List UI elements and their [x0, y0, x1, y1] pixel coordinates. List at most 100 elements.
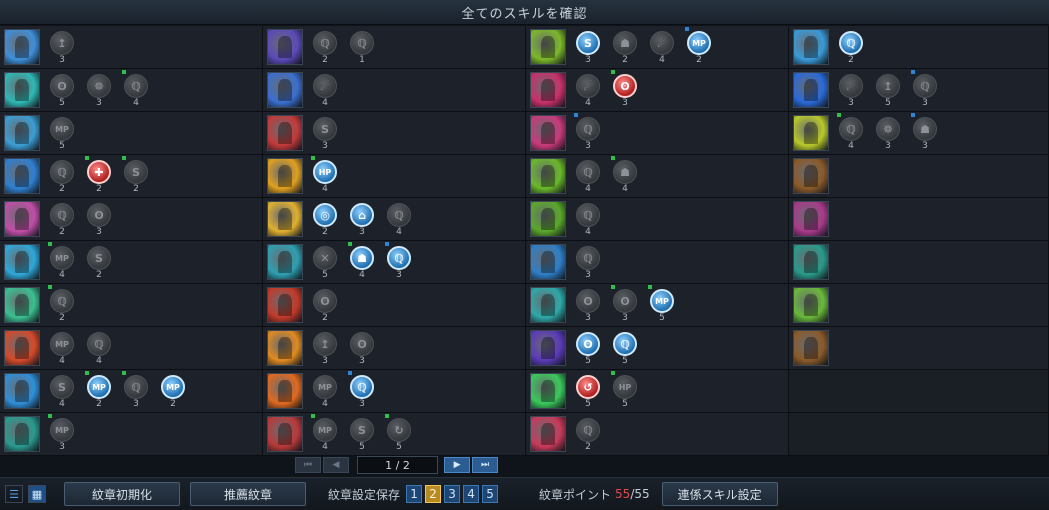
crest-slot[interactable]: ℚ2 [48, 199, 76, 239]
skill-icon[interactable] [4, 158, 40, 194]
crest-save-slot-4[interactable]: 4 [463, 485, 480, 503]
skill-icon[interactable] [4, 287, 40, 323]
crest-slot[interactable]: S2 [85, 242, 113, 282]
crest-slot[interactable]: ℚ3 [911, 70, 939, 110]
crest-slot[interactable]: ℚ2 [48, 156, 76, 196]
skill-icon[interactable] [4, 201, 40, 237]
crest-slot[interactable]: ʘ3 [611, 285, 639, 325]
crest-slot[interactable]: ʘ3 [611, 70, 639, 110]
crest-save-slot-2[interactable]: 2 [425, 485, 442, 503]
crest-slot[interactable]: MP 4 [48, 242, 76, 282]
crest-slot[interactable]: ℚ3 [574, 242, 602, 282]
next-page-button[interactable]: ▶ [444, 457, 471, 473]
crest-slot[interactable]: ☄ 3 [837, 70, 865, 110]
crest-slot[interactable]: S3 [311, 113, 339, 153]
skill-icon[interactable] [267, 158, 303, 194]
crest-slot[interactable]: MP 5 [648, 285, 676, 325]
crest-slot[interactable]: ℚ5 [611, 328, 639, 368]
skill-icon[interactable] [4, 373, 40, 409]
crest-slot[interactable]: ☄ 4 [311, 70, 339, 110]
crest-slot[interactable]: HP 4 [311, 156, 339, 196]
skill-icon[interactable] [267, 201, 303, 237]
crest-slot[interactable]: ✚ 2 [85, 156, 113, 196]
list-view-icon[interactable]: ☰ [5, 485, 23, 503]
crest-save-slot-5[interactable]: 5 [482, 485, 499, 503]
crest-slot[interactable]: S3 [574, 27, 602, 67]
crest-slot[interactable]: ℚ3 [574, 113, 602, 153]
crest-slot[interactable]: ☄ 4 [648, 27, 676, 67]
crest-reset-button[interactable]: 紋章初期化 [64, 482, 180, 506]
crest-slot[interactable]: ↥ 3 [311, 328, 339, 368]
crest-slot[interactable]: ℚ2 [311, 27, 339, 67]
crest-slot[interactable]: MP 4 [48, 328, 76, 368]
crest-slot[interactable]: ⌂ 3 [348, 199, 376, 239]
skill-icon[interactable] [530, 158, 566, 194]
crest-slot[interactable]: ℚ4 [122, 70, 150, 110]
crest-slot[interactable]: ☗ 2 [611, 27, 639, 67]
skill-icon[interactable] [793, 115, 829, 151]
crest-slot[interactable]: MP 5 [48, 113, 76, 153]
crest-slot[interactable]: ☗ 4 [348, 242, 376, 282]
crest-slot[interactable]: ☗ 4 [611, 156, 639, 196]
skill-icon[interactable] [793, 330, 829, 366]
recommended-crest-button[interactable]: 推薦紋章 [190, 482, 306, 506]
chain-skill-settings-button[interactable]: 連係スキル設定 [661, 482, 778, 506]
crest-slot[interactable]: ℚ4 [837, 113, 865, 153]
crest-slot[interactable]: ↺ 5 [574, 371, 602, 411]
crest-slot[interactable]: HP 5 [611, 371, 639, 411]
crest-slot[interactable]: ☗ 3 [911, 113, 939, 153]
skill-icon[interactable] [4, 29, 40, 65]
skill-icon[interactable] [793, 244, 829, 280]
skill-icon[interactable] [530, 287, 566, 323]
first-page-button[interactable]: ⏮ [295, 457, 321, 473]
crest-slot[interactable]: ℚ4 [574, 199, 602, 239]
skill-icon[interactable] [267, 72, 303, 108]
skill-icon[interactable] [793, 158, 829, 194]
crest-slot[interactable]: MP 2 [159, 371, 187, 411]
skill-icon[interactable] [267, 287, 303, 323]
crest-slot[interactable]: ↥ 3 [48, 27, 76, 67]
skill-icon[interactable] [530, 416, 566, 452]
crest-slot[interactable]: ℚ3 [348, 371, 376, 411]
skill-icon[interactable] [530, 373, 566, 409]
crest-slot[interactable]: ✕ 5 [311, 242, 339, 282]
skill-icon[interactable] [530, 244, 566, 280]
prev-page-button[interactable]: ◀ [322, 457, 349, 473]
skill-icon[interactable] [267, 29, 303, 65]
crest-slot[interactable]: MP 2 [85, 371, 113, 411]
crest-slot[interactable]: ʘ2 [311, 285, 339, 325]
crest-slot[interactable]: ℚ2 [48, 285, 76, 325]
skill-icon[interactable] [4, 115, 40, 151]
crest-slot[interactable]: ℚ4 [385, 199, 413, 239]
crest-slot[interactable]: ℚ4 [85, 328, 113, 368]
crest-slot[interactable]: ʘ3 [348, 328, 376, 368]
skill-icon[interactable] [793, 29, 829, 65]
crest-slot[interactable]: ʘ3 [85, 199, 113, 239]
crest-slot[interactable]: ʘ3 [574, 285, 602, 325]
skill-icon[interactable] [793, 201, 829, 237]
crest-slot[interactable]: S5 [348, 414, 376, 454]
crest-slot[interactable]: MP 2 [685, 27, 713, 67]
crest-slot[interactable]: ℚ3 [385, 242, 413, 282]
crest-slot[interactable]: ↥ 5 [874, 70, 902, 110]
crest-slot[interactable]: ℚ3 [122, 371, 150, 411]
skill-icon[interactable] [4, 416, 40, 452]
crest-slot[interactable]: ℚ2 [837, 27, 865, 67]
crest-slot[interactable]: ʘ5 [574, 328, 602, 368]
skill-icon[interactable] [530, 330, 566, 366]
crest-slot[interactable]: ℚ2 [574, 414, 602, 454]
last-page-button[interactable]: ⏭ [472, 457, 499, 473]
crest-slot[interactable]: ℚ4 [574, 156, 602, 196]
crest-slot[interactable]: ☸ 3 [85, 70, 113, 110]
skill-icon[interactable] [4, 330, 40, 366]
skill-icon[interactable] [267, 244, 303, 280]
crest-save-slot-1[interactable]: 1 [406, 485, 423, 503]
crest-slot[interactable]: ◎ 2 [311, 199, 339, 239]
crest-slot[interactable]: ☄ 4 [574, 70, 602, 110]
crest-slot[interactable]: S2 [122, 156, 150, 196]
skill-icon[interactable] [530, 72, 566, 108]
crest-slot[interactable]: ℚ1 [348, 27, 376, 67]
skill-icon[interactable] [793, 287, 829, 323]
skill-icon[interactable] [267, 373, 303, 409]
crest-save-slot-3[interactable]: 3 [444, 485, 461, 503]
